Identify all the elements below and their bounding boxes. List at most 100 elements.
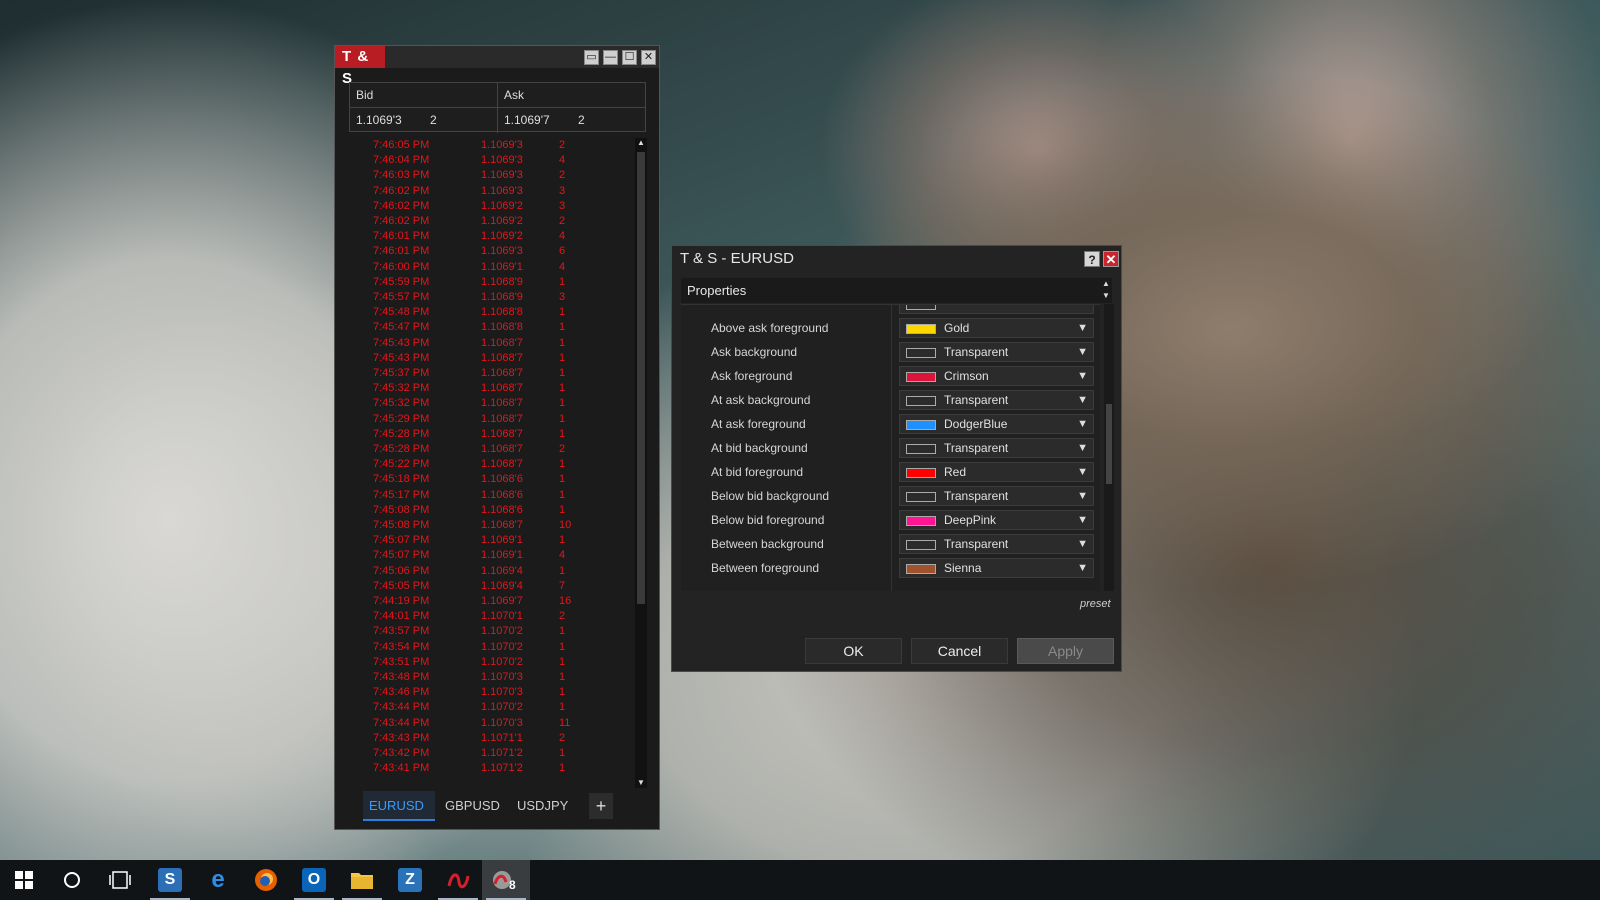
restore-icon[interactable]: ▭ [584,50,599,65]
color-select[interactable]: DeepPink ▼ [899,510,1094,530]
color-swatch [906,564,936,574]
table-row: 7:45:08 PM 1.1068'7 10 [349,518,629,532]
trade-price: 1.1071'2 [481,762,523,775]
color-select[interactable]: DodgerBlue ▼ [899,414,1094,434]
trade-size: 1 [559,336,566,349]
trade-price: 1.1068'7 [481,519,523,531]
color-select[interactable]: Crimson ▼ [899,366,1094,386]
close-icon[interactable]: ✕ [641,50,656,65]
close-icon[interactable]: ✕ [1103,251,1119,267]
trade-list-scrollbar[interactable]: ▲ ▼ [635,138,647,788]
property-label: Below bid foreground [711,513,825,527]
chevron-down-icon[interactable]: ▼ [1077,343,1088,362]
trade-size: 2 [559,731,566,744]
table-row: 7:43:42 PM 1.1071'2 1 [349,746,629,760]
color-select[interactable]: Transparent ▼ [899,342,1094,362]
property-label: At ask foreground [711,417,806,431]
trade-list[interactable]: 7:46:05 PM 1.1069'3 2 7:46:04 PM 1.1069'3 4 7:… [349,138,629,788]
scrollbar-thumb[interactable] [1106,404,1112,484]
apply-button[interactable]: Apply [1017,638,1114,664]
table-row: 7:43:54 PM 1.1070'2 1 [349,640,629,654]
color-swatch [906,372,936,382]
table-row: 7:43:51 PM 1.1070'2 1 [349,655,629,669]
ok-button[interactable]: OK [805,638,902,664]
trade-size: 1 [559,397,566,410]
tab-eurusd[interactable]: EURUSD [363,791,435,821]
properties-grid: Above ask foreground Gold ▼ Ask background T… [681,304,1100,591]
trade-price: 1.1070'2 [481,640,523,653]
scrollbar-thumb[interactable] [637,152,645,604]
table-row: 7:46:00 PM 1.1069'1 4 [349,260,629,274]
color-select[interactable]: Transparent ▼ [899,486,1094,506]
table-row: 7:45:22 PM 1.1068'7 1 [349,457,629,471]
tab-usdjpy[interactable]: USDJPY [511,791,574,821]
taskbar-trading-app[interactable] [434,860,482,900]
tab-gbpusd[interactable]: GBPUSD [439,791,506,821]
chevron-down-icon[interactable]: ▼ [1077,463,1088,482]
chevron-down-icon[interactable]: ▼ [1077,535,1088,554]
properties-section-header[interactable]: Properties [681,278,1100,303]
cancel-button[interactable]: Cancel [911,638,1008,664]
taskbar: S e O Z 8 [0,860,1600,900]
trade-size: 4 [559,260,566,273]
trade-time: 7:46:01 PM [373,245,430,258]
taskbar-trading-app-active[interactable]: 8 [482,860,530,900]
trade-time: 7:46:03 PM [373,169,430,182]
trade-price: 1.1069'3 [481,139,523,151]
table-row: 7:45:43 PM 1.1068'7 1 [349,351,629,365]
color-swatch [906,540,936,550]
table-row: 7:45:59 PM 1.1068'9 1 [349,275,629,289]
taskbar-app-s[interactable]: S [146,860,194,900]
color-select[interactable]: Transparent ▼ [899,534,1094,554]
task-view-button[interactable] [96,860,144,900]
taskbar-edge[interactable]: e [194,860,242,900]
table-row: 7:45:08 PM 1.1068'6 1 [349,503,629,517]
taskbar-file-explorer[interactable] [338,860,386,900]
taskbar-app-z[interactable]: Z [386,860,434,900]
scroll-down-icon[interactable]: ▼ [636,778,646,788]
minimize-icon[interactable]: — [603,50,618,65]
add-tab-button[interactable]: + [589,793,613,819]
trade-time: 7:43:51 PM [373,655,430,668]
properties-scrollbar[interactable] [1104,304,1114,591]
chevron-down-icon[interactable]: ▼ [1077,439,1088,458]
color-swatch [906,468,936,478]
preset-link[interactable]: preset [1080,598,1111,610]
chevron-down-icon[interactable]: ▼ [1077,511,1088,530]
cortana-button[interactable] [48,860,96,900]
properties-dialog[interactable]: T & S - EURUSD ? ✕ Properties ▲ ▼ Above … [671,245,1122,672]
table-row: 7:46:05 PM 1.1069'3 2 [349,138,629,152]
property-label: At ask background [711,393,811,407]
maximize-icon[interactable]: ☐ [622,50,637,65]
color-select[interactable] [899,305,1094,314]
start-button[interactable] [0,860,48,900]
chevron-down-icon[interactable]: ▼ [1077,367,1088,386]
color-select[interactable]: Transparent ▼ [899,438,1094,458]
table-row: 7:45:05 PM 1.1069'4 7 [349,579,629,593]
color-select[interactable]: Sienna ▼ [899,558,1094,578]
chevron-down-icon[interactable]: ▼ [1077,487,1088,506]
scroll-up-icon[interactable]: ▲ [636,138,646,148]
trade-time: 7:46:02 PM [373,215,430,227]
trade-price: 1.1069'1 [481,549,523,562]
taskbar-firefox[interactable] [242,860,290,900]
chevron-down-icon[interactable]: ▼ [1077,415,1088,434]
scroll-up-icon[interactable]: ▲ [1102,279,1110,288]
time-and-sales-window[interactable]: T & S ▭ — ☐ ✕ Bid Ask 1.1069'3 2 1.1069'… [334,45,660,830]
ts-titlebar[interactable]: T & S ▭ — ☐ ✕ [335,46,659,87]
chevron-down-icon[interactable]: ▼ [1077,319,1088,338]
chevron-down-icon[interactable]: ▼ [1077,391,1088,410]
trade-price: 1.1070'3 [481,671,523,683]
trade-time: 7:45:07 PM [373,549,430,562]
trade-time: 7:46:05 PM [373,139,430,151]
chevron-down-icon[interactable]: ▼ [1077,559,1088,578]
color-select[interactable]: Red ▼ [899,462,1094,482]
taskbar-outlook[interactable]: O [290,860,338,900]
color-select[interactable]: Transparent ▼ [899,390,1094,410]
color-select[interactable]: Gold ▼ [899,318,1094,338]
help-icon[interactable]: ? [1084,251,1100,267]
section-scroll[interactable]: ▲ ▼ [1100,278,1112,303]
scroll-down-icon[interactable]: ▼ [1102,291,1110,300]
table-row: 7:45:17 PM 1.1068'6 1 [349,488,629,502]
trade-price: 1.1069'1 [481,260,523,273]
